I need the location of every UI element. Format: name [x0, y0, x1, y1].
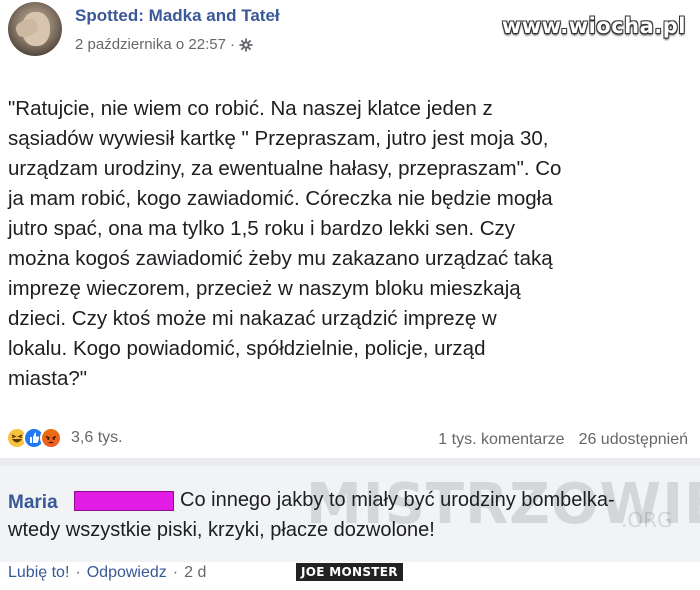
- angry-reaction-icon: [40, 427, 62, 449]
- facebook-post: Spotted: Madka and Tateł 2 października …: [0, 0, 700, 458]
- shares-count-link[interactable]: 26 udostępnień: [579, 431, 688, 449]
- post-text-line: jutro spać, ona ma tylko 1,5 roku i bard…: [8, 217, 516, 240]
- reactions-summary[interactable]: 3,6 tys.: [6, 427, 123, 449]
- post-text-line: miasta?": [8, 367, 88, 390]
- action-separator: ·: [75, 564, 81, 581]
- comment-like-button[interactable]: Lubię to!: [8, 564, 69, 582]
- post-timestamp[interactable]: 2 października o 22:57: [75, 36, 226, 53]
- joe-monster-badge: JOE MONSTER: [296, 563, 403, 581]
- post-text-line: "Ratujcie, nie wiem co robić. Na naszej …: [8, 97, 493, 120]
- comment-reply-button[interactable]: Odpowiedz: [87, 564, 167, 582]
- comment-age[interactable]: 2 d: [184, 564, 206, 582]
- post-text-line: imprezę wieczorem, przecież w naszym blo…: [8, 277, 521, 300]
- mistrzowie-watermark-suffix: .ORG: [621, 508, 673, 532]
- comment-text-line: Co innego jakby to miały być urodziny bo…: [180, 489, 615, 511]
- reaction-count: 3,6 tys.: [71, 429, 123, 446]
- comment-author-link[interactable]: Maria: [8, 492, 58, 514]
- post-stats: 1 tys. komentarze 26 udostępnień: [438, 431, 688, 449]
- site-watermark: www.wiocha.pl: [501, 14, 686, 38]
- comment-text-line: wtedy wszystkie piski, krzyki, płacze do…: [8, 519, 435, 541]
- post-text-line: urządzam urodziny, za ewentualne hałasy,…: [8, 157, 562, 180]
- post-text-line: ja mam robić, kogo zawiadomić. Córeczka …: [8, 187, 553, 210]
- meta-separator: ·: [229, 36, 235, 53]
- gear-icon[interactable]: [239, 37, 253, 52]
- action-separator: ·: [172, 564, 179, 581]
- comment-actions: Lubię to! · Odpowiedz · 2 d: [8, 564, 206, 582]
- post-body: "Ratujcie, nie wiem co robić. Na naszej …: [8, 94, 692, 394]
- comments-count-link[interactable]: 1 tys. komentarze: [438, 431, 564, 449]
- post-text-line: lokalu. Kogo powiadomić, spółdzielnie, p…: [8, 337, 486, 360]
- redaction-bar: [74, 491, 174, 511]
- page-name-link[interactable]: Spotted: Madka and Tateł: [75, 6, 280, 26]
- post-text-line: można kogoś zawiadomić żeby mu zakazano …: [8, 247, 553, 270]
- post-text-line: sąsiadów wywiesił kartkę " Przepraszam, …: [8, 127, 549, 150]
- post-text-line: dzieci. Czy ktoś może mi nakazać urządzi…: [8, 307, 497, 330]
- section-divider: [0, 458, 700, 466]
- post-meta: 2 października o 22:57 ·: [75, 36, 253, 53]
- page-avatar[interactable]: [8, 2, 62, 56]
